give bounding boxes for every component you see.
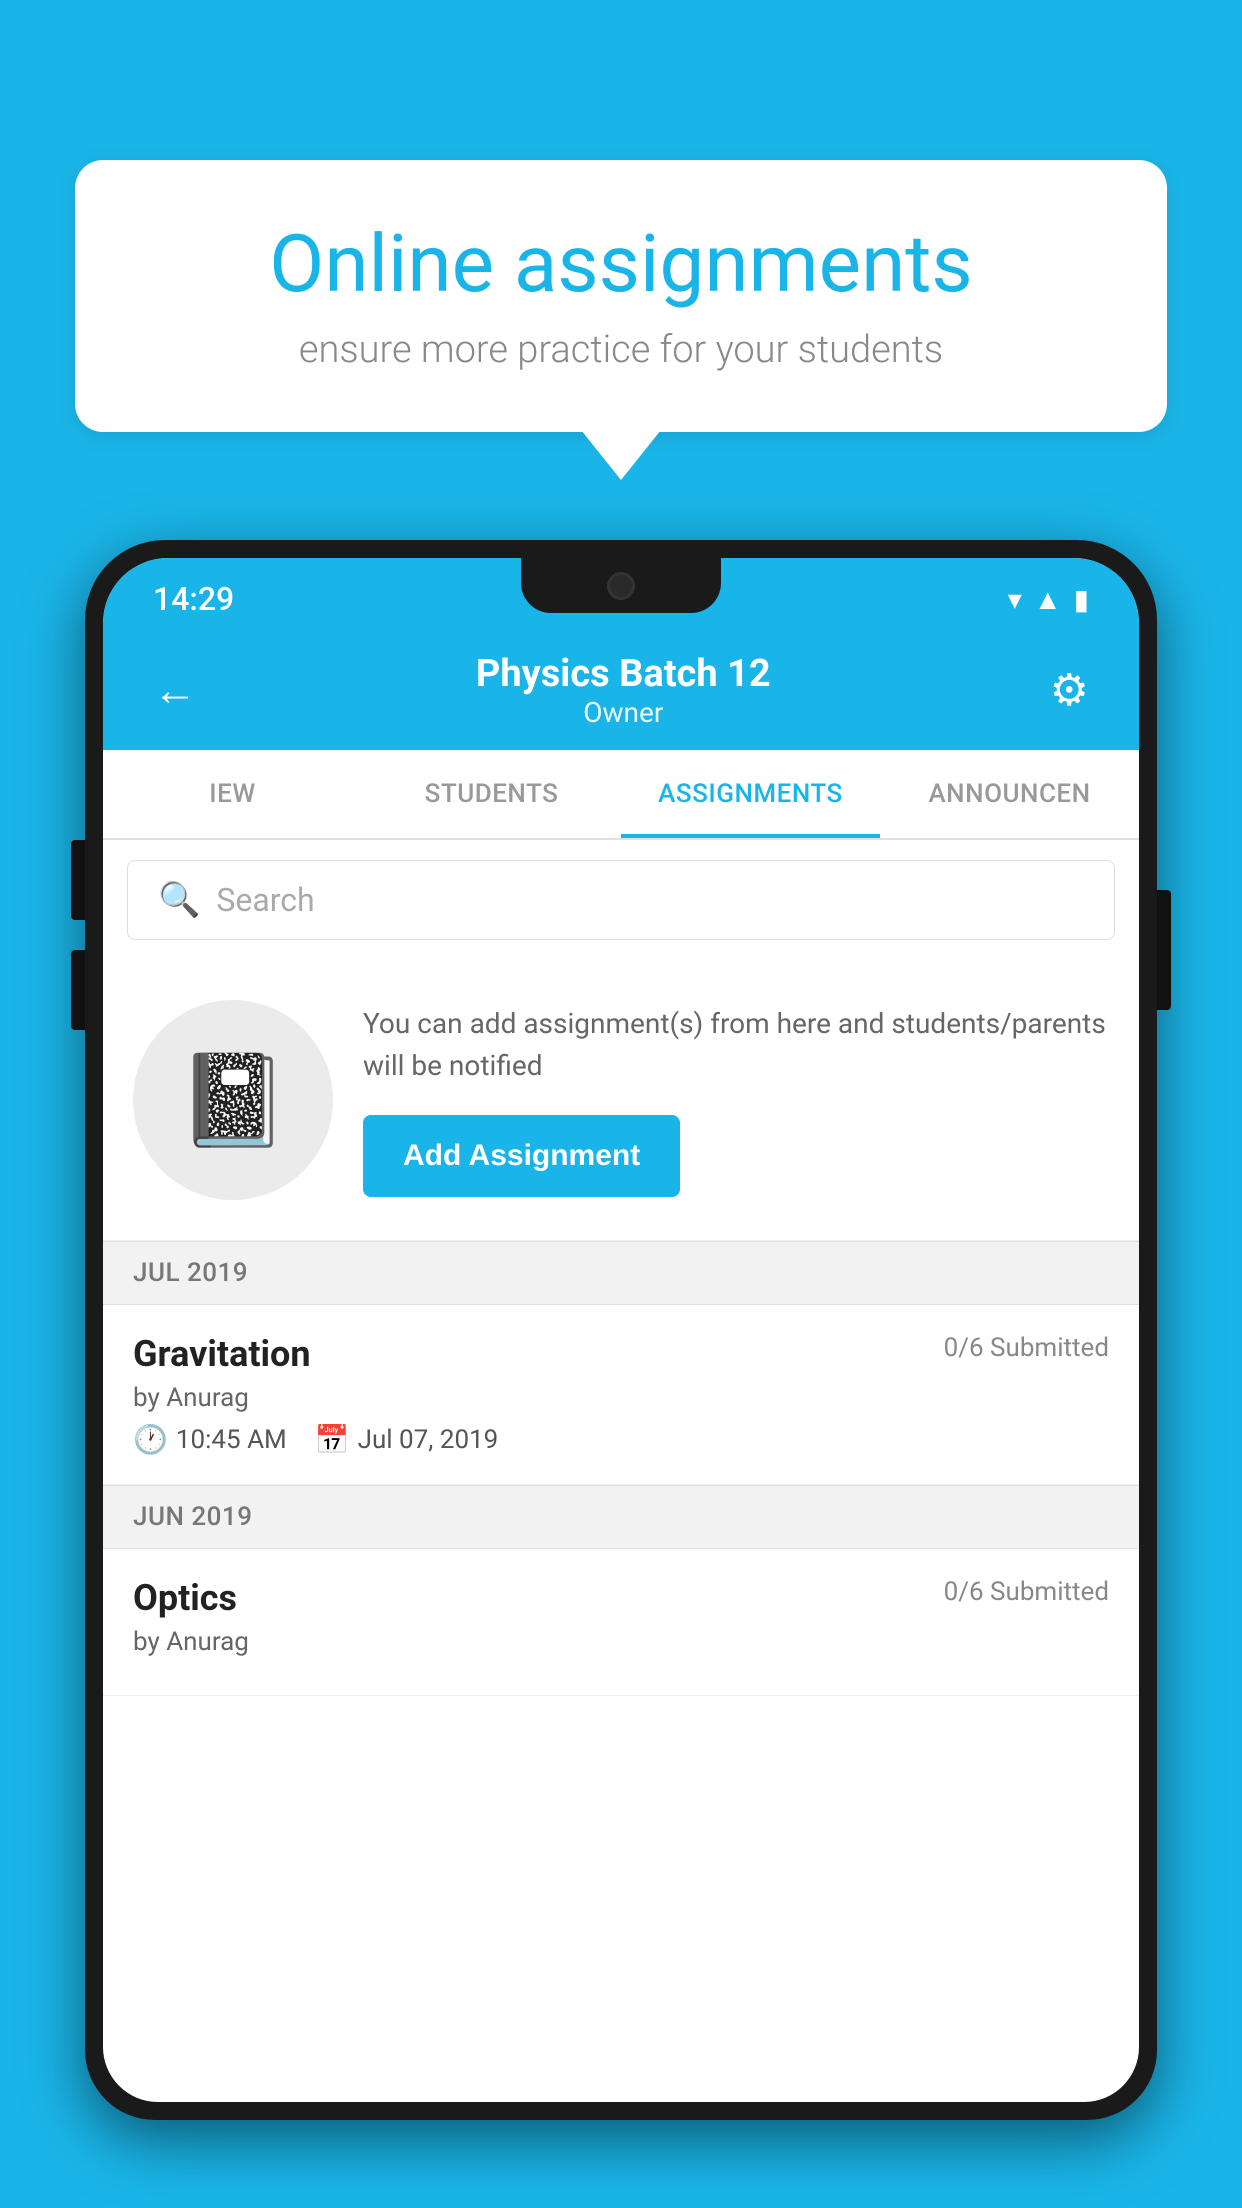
tabs-bar: IEW STUDENTS ASSIGNMENTS ANNOUNCEN: [103, 750, 1139, 840]
notebook-icon: 📓: [177, 1048, 289, 1153]
app-bar-subtitle: Owner: [207, 696, 1040, 729]
speech-bubble: Online assignments ensure more practice …: [75, 160, 1167, 432]
assignment-submitted-optics: 0/6 Submitted: [944, 1577, 1109, 1607]
app-bar: ← Physics Batch 12 Owner ⚙: [103, 630, 1139, 750]
assignment-submitted-gravitation: 0/6 Submitted: [944, 1333, 1109, 1363]
phone-screen: 14:29 ▾ ▲ ▮ ← Physics Batch 12 Owner ⚙: [103, 558, 1139, 2102]
search-container: 🔍 Search: [103, 840, 1139, 960]
app-bar-title: Physics Batch 12: [207, 652, 1040, 696]
tab-announcements[interactable]: ANNOUNCEN: [880, 750, 1139, 838]
section-header-jul: JUL 2019: [103, 1241, 1139, 1305]
assignment-row-top-optics: Optics 0/6 Submitted: [133, 1577, 1109, 1619]
assignment-row-top: Gravitation 0/6 Submitted: [133, 1333, 1109, 1375]
add-section-right: You can add assignment(s) from here and …: [363, 1003, 1109, 1197]
phone-container: 14:29 ▾ ▲ ▮ ← Physics Batch 12 Owner ⚙: [85, 540, 1157, 2208]
assignment-time-gravitation: 🕐 10:45 AM: [133, 1423, 287, 1456]
status-time: 14:29: [153, 580, 234, 618]
add-section-description: You can add assignment(s) from here and …: [363, 1003, 1109, 1087]
assignment-meta-gravitation: 🕐 10:45 AM 📅 Jul 07, 2019: [133, 1423, 1109, 1456]
add-assignment-section: 📓 You can add assignment(s) from here an…: [103, 960, 1139, 1241]
speech-bubble-container: Online assignments ensure more practice …: [75, 160, 1167, 432]
bubble-subtitle: ensure more practice for your students: [145, 328, 1097, 372]
tab-assignments[interactable]: ASSIGNMENTS: [621, 750, 880, 838]
clock-icon: 🕐: [133, 1423, 168, 1456]
assignment-date-gravitation: 📅 Jul 07, 2019: [315, 1423, 499, 1456]
phone-notch: [521, 558, 721, 613]
bubble-title: Online assignments: [145, 220, 1097, 308]
power-button[interactable]: [1157, 890, 1171, 1010]
tab-iew[interactable]: IEW: [103, 750, 362, 838]
assignment-item-optics[interactable]: Optics 0/6 Submitted by Anurag: [103, 1549, 1139, 1696]
assignment-by-optics: by Anurag: [133, 1627, 1109, 1657]
search-bar[interactable]: 🔍 Search: [127, 860, 1115, 940]
section-header-jul-text: JUL 2019: [133, 1258, 248, 1288]
volume-up-button[interactable]: [71, 840, 85, 920]
wifi-icon: ▾: [1008, 583, 1022, 616]
assignment-name-gravitation: Gravitation: [133, 1333, 311, 1375]
add-assignment-button[interactable]: Add Assignment: [363, 1115, 680, 1197]
calendar-icon: 📅: [315, 1423, 350, 1456]
section-header-jun: JUN 2019: [103, 1485, 1139, 1549]
search-icon: 🔍: [158, 880, 200, 920]
settings-button[interactable]: ⚙: [1040, 654, 1099, 726]
assignment-by-gravitation: by Anurag: [133, 1383, 1109, 1413]
app-bar-title-section: Physics Batch 12 Owner: [207, 652, 1040, 729]
battery-icon: ▮: [1074, 583, 1089, 616]
signal-icon: ▲: [1034, 583, 1062, 616]
notebook-illustration: 📓: [133, 1000, 333, 1200]
volume-down-button[interactable]: [71, 950, 85, 1030]
assignment-item-gravitation[interactable]: Gravitation 0/6 Submitted by Anurag 🕐 10…: [103, 1305, 1139, 1485]
search-placeholder: Search: [216, 881, 314, 919]
front-camera: [607, 572, 635, 600]
status-icons: ▾ ▲ ▮: [1008, 583, 1089, 616]
assignment-name-optics: Optics: [133, 1577, 237, 1619]
section-header-jun-text: JUN 2019: [133, 1502, 252, 1532]
tab-students[interactable]: STUDENTS: [362, 750, 621, 838]
phone-outer: 14:29 ▾ ▲ ▮ ← Physics Batch 12 Owner ⚙: [85, 540, 1157, 2120]
back-button[interactable]: ←: [143, 654, 207, 726]
